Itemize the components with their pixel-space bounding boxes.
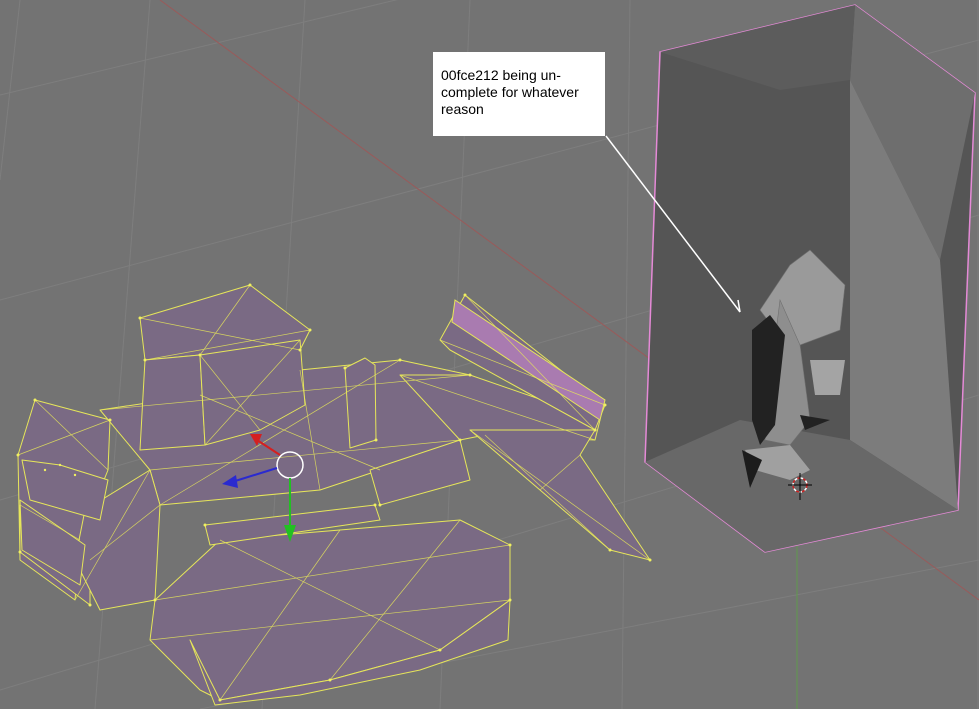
annotation-callout: 00fce212 being un- complete for whatever…: [433, 52, 605, 136]
annotation-line-1: 00fce212 being un-: [441, 67, 561, 83]
tank-mesh[interactable]: [16, 283, 652, 706]
3d-viewport[interactable]: 00fce212 being un- complete for whatever…: [0, 0, 979, 709]
selected-box-object[interactable]: [644, 4, 976, 553]
annotation-line-2: complete for whatever: [441, 84, 579, 100]
annotation-line-3: reason: [441, 101, 484, 117]
